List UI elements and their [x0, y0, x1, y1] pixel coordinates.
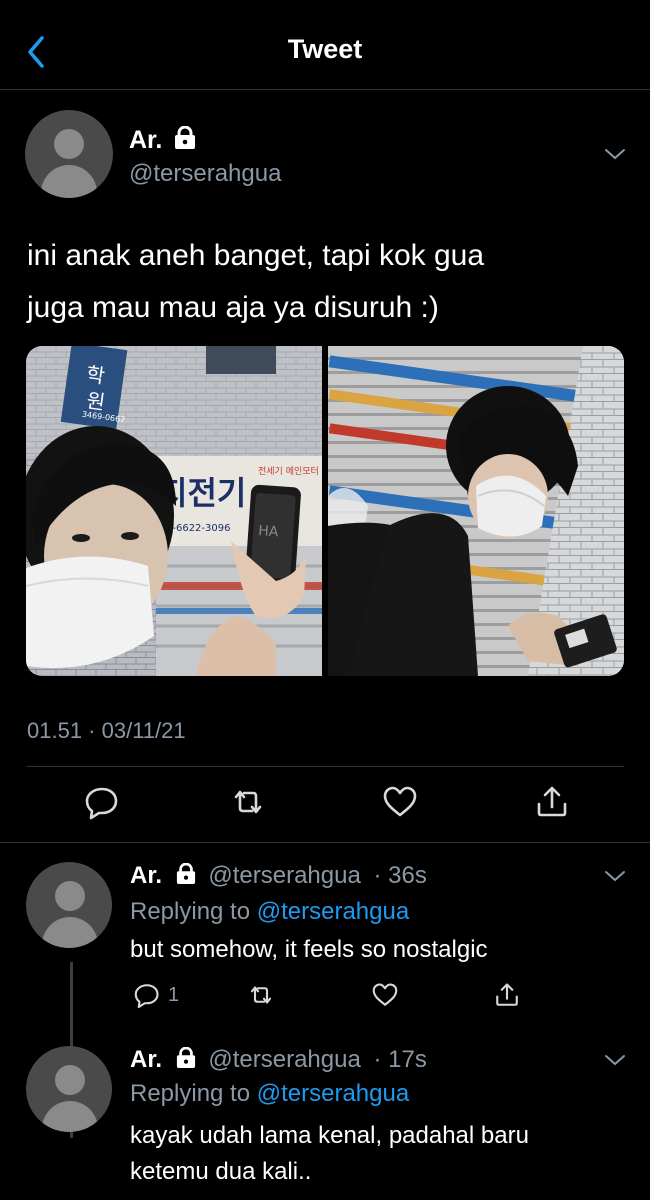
- retweet-icon[interactable]: [228, 782, 268, 822]
- lock-icon: [176, 862, 196, 892]
- reply-text-line: kayak udah lama kenal, padahal baru: [130, 1122, 529, 1149]
- avatar[interactable]: [26, 862, 112, 948]
- page-title: Tweet: [287, 34, 363, 64]
- share-icon[interactable]: [492, 980, 522, 1010]
- store-phone: 6-6622-3096: [166, 523, 230, 534]
- replying-to-link[interactable]: @terserahgua: [257, 1080, 409, 1107]
- author-name[interactable]: Ar.: [129, 126, 162, 154]
- lock-icon: [174, 125, 196, 155]
- tweet-text-line: ini anak aneh banget, tapi kok gua: [27, 239, 485, 272]
- photo-selfie[interactable]: 학 원 3469-0667 지전기 전세기 메인모터 6-6622-3096 H…: [26, 346, 322, 676]
- tweet-media[interactable]: 학 원 3469-0667 지전기 전세기 메인모터 6-6622-3096 H…: [26, 346, 624, 676]
- author-name[interactable]: Ar.: [130, 862, 162, 889]
- chevron-down-icon[interactable]: [603, 868, 627, 884]
- author-handle[interactable]: @terserahgua: [208, 862, 360, 889]
- separator-dot: ·: [373, 1046, 382, 1073]
- divider: [0, 842, 650, 843]
- side-sign-text: 학: [85, 362, 107, 388]
- store-sign-small: 전세기 메인모터: [258, 466, 319, 477]
- author-handle[interactable]: @terserahgua: [129, 160, 281, 188]
- divider: [26, 766, 624, 767]
- reply-text-line: ketemu dua kali..: [130, 1158, 312, 1185]
- reply-button[interactable]: 1: [132, 980, 179, 1010]
- reply-header: Ar. @terserahgua · 17s: [130, 1046, 427, 1076]
- reply-time[interactable]: 36s: [388, 862, 427, 889]
- author-name[interactable]: Ar.: [130, 1046, 162, 1073]
- reply-text: kayak udah lama kenal, padahal baru kete…: [130, 1118, 600, 1190]
- reply-count: 1: [168, 983, 180, 1006]
- lock-icon: [176, 1046, 196, 1076]
- avatar[interactable]: [26, 1046, 112, 1132]
- separator-dot: ·: [373, 862, 382, 889]
- reply-time[interactable]: 17s: [388, 1046, 427, 1073]
- chevron-down-icon[interactable]: [603, 1052, 627, 1068]
- photo-walking[interactable]: [328, 346, 624, 676]
- chevron-down-icon[interactable]: [603, 146, 627, 162]
- replying-to-label: Replying to: [130, 898, 251, 925]
- avatar[interactable]: [25, 110, 113, 198]
- retweet-icon[interactable]: [246, 980, 276, 1010]
- author-handle[interactable]: @terserahgua: [208, 1046, 360, 1073]
- like-icon[interactable]: [380, 782, 420, 822]
- reply-text: but somehow, it feels so nostalgic: [130, 936, 488, 963]
- reply-header: Ar. @terserahgua · 36s: [130, 862, 427, 892]
- replying-to-label: Replying to: [130, 1080, 251, 1107]
- phone-screen-text: HA: [258, 523, 280, 540]
- share-icon[interactable]: [532, 782, 572, 822]
- tweet-text-line: juga mau mau aja ya disuruh :): [27, 291, 439, 324]
- top-bar: Tweet: [0, 0, 650, 90]
- reply-actions: 1: [130, 980, 530, 1014]
- replying-to: Replying to @terserahgua: [130, 1080, 409, 1108]
- like-icon[interactable]: [370, 980, 400, 1010]
- reply-icon[interactable]: [82, 782, 122, 822]
- tweet-text: ini anak aneh banget, tapi kok gua juga …: [27, 230, 627, 334]
- tweet-actions: [0, 690, 650, 820]
- author-name-line: Ar.: [129, 125, 196, 155]
- replying-to-link[interactable]: @terserahgua: [257, 898, 409, 925]
- reply-icon: [134, 984, 159, 1009]
- replying-to: Replying to @terserahgua: [130, 898, 409, 926]
